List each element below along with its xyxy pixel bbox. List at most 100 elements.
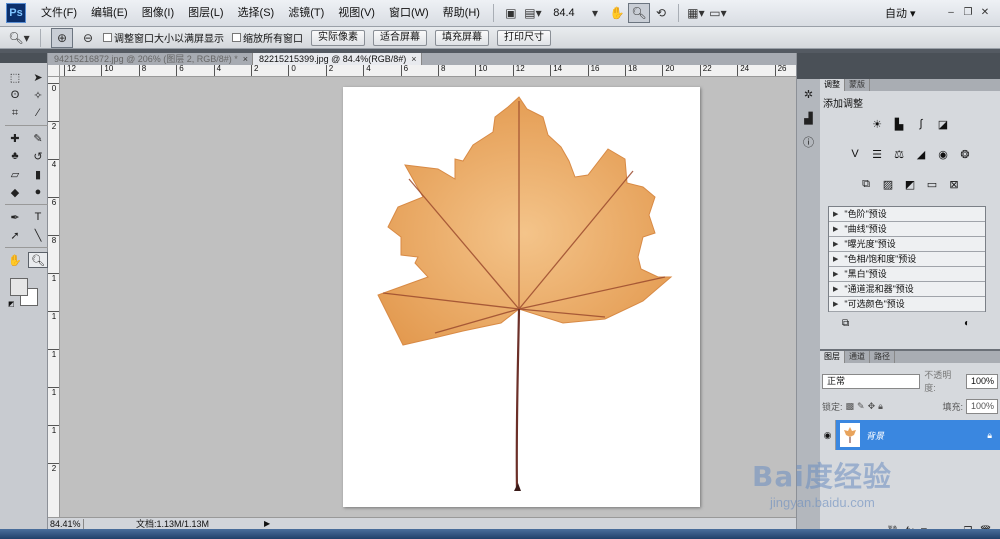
color-balance-icon[interactable]: ⚖: [891, 146, 907, 162]
list-item[interactable]: ▶ "可选颜色"预设: [829, 297, 985, 312]
default-colors-icon[interactable]: ◩: [8, 300, 15, 308]
vibrance-icon[interactable]: V: [847, 146, 863, 162]
menu-layer[interactable]: 图层(L): [181, 0, 230, 27]
gradient-map-icon[interactable]: ▭: [924, 176, 940, 192]
zoom-preset-icon[interactable]: 🔍︎▾: [8, 28, 30, 48]
blur-tool-icon[interactable]: ◆: [5, 184, 25, 200]
navigator-icon[interactable]: ✲: [800, 85, 818, 103]
zoom-out-icon[interactable]: ⊖: [77, 28, 99, 48]
list-item[interactable]: ▶ "通道混和器"预设: [829, 282, 985, 297]
zoom-dropdown-icon[interactable]: ▾: [584, 3, 606, 23]
selective-color-icon[interactable]: ⊠: [946, 176, 962, 192]
clone-stamp-icon[interactable]: ♣: [5, 148, 25, 164]
panel-header[interactable]: [820, 53, 1000, 79]
opacity-input[interactable]: 100%: [966, 373, 998, 389]
menu-help[interactable]: 帮助(H): [436, 0, 487, 27]
levels-icon[interactable]: ▙: [891, 116, 907, 132]
vertical-ruler[interactable]: 0 2 4 6 8 1 1 1 1 1 2: [48, 77, 60, 517]
document-canvas[interactable]: [343, 87, 700, 507]
path-select-icon[interactable]: ➚: [5, 227, 25, 243]
list-item[interactable]: ▶ "色相/饱和度"预设: [829, 252, 985, 267]
status-menu-arrow-icon[interactable]: ▶: [264, 519, 270, 528]
pen-tool-icon[interactable]: ✒: [5, 209, 25, 225]
list-item[interactable]: ▶ "黑白"预设: [829, 267, 985, 282]
screen-mode-icon[interactable]: ▭▾: [707, 3, 729, 23]
bridge-icon[interactable]: ▣: [500, 3, 522, 23]
histogram-icon[interactable]: ▟: [800, 109, 818, 127]
type-tool-icon[interactable]: T: [28, 209, 48, 225]
eraser-tool-icon[interactable]: ▱: [5, 166, 25, 182]
invert-icon[interactable]: ⧉: [858, 176, 874, 192]
tab-document-2[interactable]: 82215215399.jpg @ 84.4%(RGB/8#) ×: [253, 53, 422, 65]
tab-layers[interactable]: 图层: [820, 351, 845, 363]
menu-window[interactable]: 窗口(W): [382, 0, 436, 27]
lock-position-icon[interactable]: ✥: [868, 401, 876, 412]
move-tool-icon[interactable]: ➤: [28, 69, 48, 85]
panel-header[interactable]: [797, 53, 820, 79]
list-item[interactable]: ▶ "色阶"预设: [829, 207, 985, 222]
tab-adjustments[interactable]: 调整: [820, 79, 845, 91]
photo-filter-icon[interactable]: ◉: [935, 146, 951, 162]
menu-select[interactable]: 选择(S): [231, 0, 282, 27]
info-icon[interactable]: ⓘ: [800, 133, 818, 151]
menu-view[interactable]: 视图(V): [331, 0, 382, 27]
panel-options-icon[interactable]: ◐: [964, 318, 970, 329]
crop-tool-icon[interactable]: ⌗: [5, 105, 25, 121]
status-zoom[interactable]: 84.41%: [48, 518, 84, 529]
threshold-icon[interactable]: ◩: [902, 176, 918, 192]
brightness-contrast-icon[interactable]: ☀: [869, 116, 885, 132]
actual-pixels-button[interactable]: 实际像素: [311, 29, 365, 46]
list-item[interactable]: ▶ "曝光度"预设: [829, 237, 985, 252]
gradient-tool-icon[interactable]: ▮: [28, 166, 48, 182]
posterize-icon[interactable]: ▨: [880, 176, 896, 192]
restore-icon[interactable]: ❐: [961, 6, 975, 20]
tab-masks[interactable]: 蒙版: [845, 79, 870, 91]
close-icon[interactable]: ×: [411, 53, 416, 65]
mini-bridge-icon[interactable]: ▤▾: [522, 3, 544, 23]
hand-tool-icon[interactable]: ✋: [5, 252, 25, 268]
menu-filter[interactable]: 滤镜(T): [281, 0, 331, 27]
close-icon[interactable]: ×: [243, 53, 248, 65]
exposure-icon[interactable]: ◪: [935, 116, 951, 132]
canvas-area[interactable]: [60, 77, 796, 517]
close-icon[interactable]: ✕: [978, 6, 992, 20]
zoom-in-icon[interactable]: ⊕: [51, 27, 73, 48]
minimize-icon[interactable]: –: [944, 6, 958, 20]
zoom-tool-icon[interactable]: 🔍︎: [28, 252, 48, 268]
fill-screen-button[interactable]: 填充屏幕: [435, 29, 489, 46]
workspace-select[interactable]: 自动 ▾: [885, 5, 941, 21]
ruler-origin[interactable]: [48, 65, 60, 77]
dodge-tool-icon[interactable]: ●: [28, 184, 48, 200]
rotate-view-icon[interactable]: ⟲: [650, 3, 672, 23]
menu-file[interactable]: 文件(F): [34, 0, 84, 27]
list-item[interactable]: ▶ "曲线"预设: [829, 222, 985, 237]
fill-input[interactable]: 100%: [966, 399, 998, 414]
history-brush-icon[interactable]: ↺: [28, 148, 48, 164]
foreground-color-swatch[interactable]: [10, 278, 28, 296]
clip-to-layer-icon[interactable]: ⧉: [842, 318, 849, 329]
horizontal-ruler[interactable]: 12 10 8 6 4 2 0 2 4 6 8 10 12 14 16 18 20 22 24 26: [60, 65, 796, 77]
healing-brush-icon[interactable]: ✚: [5, 130, 25, 146]
line-tool-icon[interactable]: ╲: [28, 227, 48, 243]
panel-header[interactable]: [0, 53, 47, 63]
arrange-documents-icon[interactable]: ▦▾: [685, 3, 707, 23]
layer-row-background[interactable]: ◉ 背景 🔒︎: [820, 420, 1000, 450]
blend-mode-select[interactable]: 正常: [822, 373, 921, 389]
zoom-tool-icon[interactable]: 🔍︎: [627, 3, 650, 23]
marquee-tool-icon[interactable]: ⬚: [5, 69, 25, 85]
eyedropper-icon[interactable]: ⁄: [28, 105, 48, 121]
black-white-icon[interactable]: ◢: [913, 146, 929, 162]
tab-document-1[interactable]: 94215216872.jpg @ 206% (图层 2, RGB/8#) * ×: [48, 53, 254, 65]
channel-mixer-icon[interactable]: ❂: [957, 146, 973, 162]
menu-image[interactable]: 图像(I): [135, 0, 181, 27]
lasso-tool-icon[interactable]: ʘ: [5, 87, 25, 103]
fit-screen-button[interactable]: 适合屏幕: [373, 29, 427, 46]
menu-edit[interactable]: 编辑(E): [84, 0, 135, 27]
hand-tool-icon[interactable]: ✋: [606, 3, 628, 23]
resize-windows-checkbox[interactable]: 调整窗口大小以满屏显示: [103, 30, 224, 45]
lock-transparency-icon[interactable]: ▩: [846, 401, 855, 412]
visibility-eye-icon[interactable]: ◉: [820, 420, 836, 450]
tab-channels[interactable]: 通道: [845, 351, 870, 363]
zoom-all-checkbox[interactable]: 缩放所有窗口: [232, 30, 303, 45]
curves-icon[interactable]: ∫: [913, 116, 929, 132]
